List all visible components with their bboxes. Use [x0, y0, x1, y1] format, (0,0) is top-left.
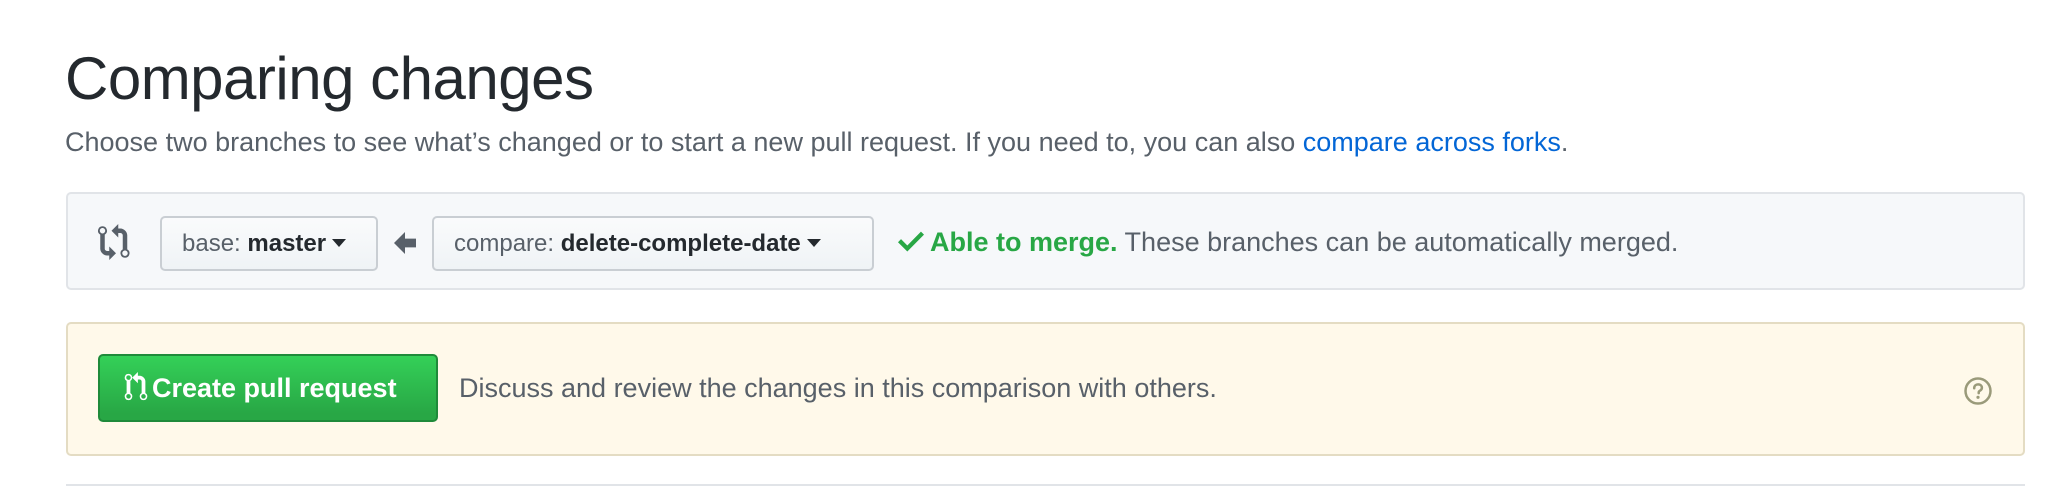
subtitle-text: Choose two branches to see what’s change…	[65, 127, 1303, 157]
base-branch-name: master	[247, 230, 327, 257]
compare-branch-name: delete-complete-date	[560, 230, 801, 257]
create-pull-request-button[interactable]: Create pull request	[98, 354, 438, 422]
base-branch-select[interactable]: base: master	[160, 216, 378, 271]
compare-prefix: compare:	[454, 230, 561, 257]
compare-across-forks-link[interactable]: compare across forks	[1303, 127, 1561, 157]
create-pull-request-label: Create pull request	[152, 373, 397, 403]
question-icon[interactable]	[1963, 376, 1993, 406]
pr-help-text: Discuss and review the changes in this c…	[459, 373, 1217, 403]
subtitle-end: .	[1560, 127, 1569, 157]
page-title: Comparing changes	[65, 45, 594, 112]
compare-page: Comparing changes Choose two branches to…	[0, 0, 2046, 488]
divider	[66, 484, 2025, 486]
create-pr-panel: Create pull request Discuss and review t…	[66, 322, 2025, 456]
git-pull-request-icon	[124, 372, 148, 401]
merge-status-description: These branches can be automatically merg…	[1117, 227, 1679, 257]
compare-branch-select[interactable]: compare: delete-complete-date	[432, 216, 874, 271]
git-compare-icon	[98, 224, 130, 260]
merge-status-label: Able to merge.	[930, 227, 1118, 257]
chevron-down-icon	[332, 239, 347, 248]
page-subtitle: Choose two branches to see what’s change…	[65, 124, 1568, 160]
merge-status: Able to merge. These branches can be aut…	[898, 222, 1678, 262]
chevron-down-icon	[806, 239, 821, 248]
base-prefix: base:	[182, 230, 248, 257]
check-icon	[898, 231, 924, 252]
arrow-left-icon	[394, 232, 416, 254]
range-editor: base: master compare: delete-complete-da…	[66, 192, 2025, 290]
